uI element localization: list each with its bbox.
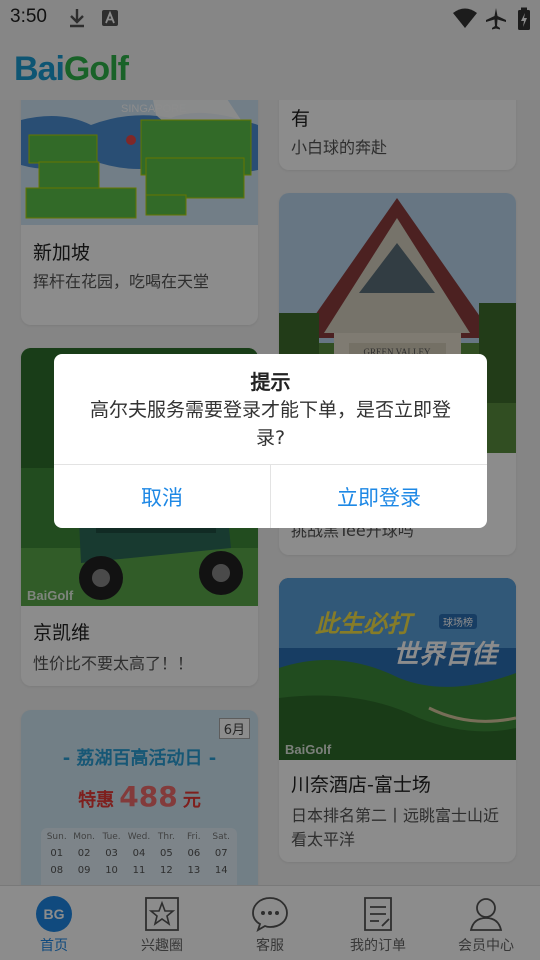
dialog-actions: 取消 立即登录 [54,464,487,528]
login-prompt-dialog: 提示 高尔夫服务需要登录才能下单，是否立即登录? 取消 立即登录 [54,354,487,528]
dialog-title: 提示 [250,370,291,394]
dialog-message: 高尔夫服务需要登录才能下单，是否立即登录? [89,399,451,449]
login-now-button[interactable]: 立即登录 [270,465,487,528]
cancel-button[interactable]: 取消 [54,465,270,528]
